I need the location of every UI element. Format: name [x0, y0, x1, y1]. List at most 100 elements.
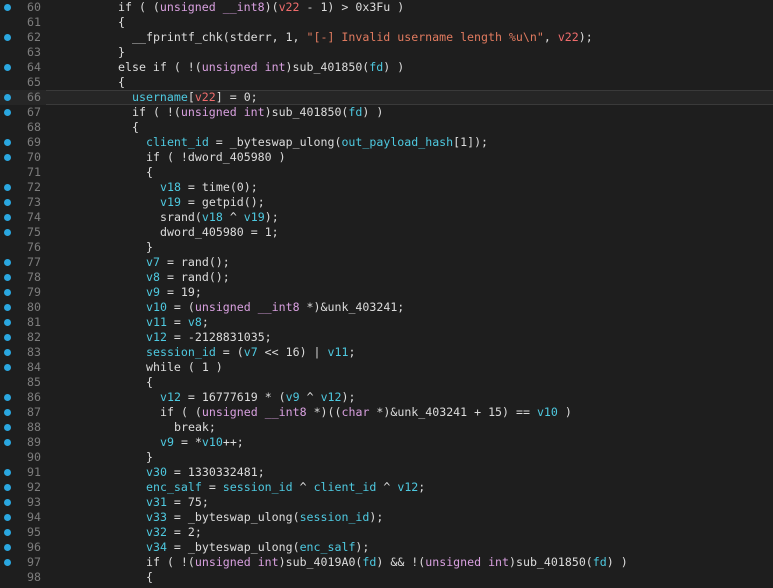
breakpoint-dot-icon[interactable] — [4, 199, 11, 206]
code-line[interactable]: 96 v34 = _byteswap_ulong(enc_salf); — [0, 540, 773, 555]
code-token[interactable]: session_id — [146, 345, 216, 359]
code-line[interactable]: 86 v12 = 16777619 * (v9 ^ v12); — [0, 390, 773, 405]
breakpoint-dot-icon[interactable] — [4, 229, 11, 236]
code-token[interactable]: v12 — [146, 330, 167, 344]
breakpoint-dot-icon[interactable] — [4, 514, 11, 521]
code-token[interactable]: v32 — [146, 525, 167, 539]
code-token[interactable]: v12 — [397, 480, 418, 494]
code-line[interactable]: 97 if ( !(unsigned int)sub_4019A0(fd) && … — [0, 555, 773, 570]
breakpoint-dot-icon[interactable] — [4, 349, 11, 356]
code-token[interactable]: enc_salf — [146, 480, 202, 494]
code-token[interactable]: v9 — [160, 435, 174, 449]
code-token[interactable]: v8 — [146, 270, 160, 284]
code-token[interactable]: v31 — [146, 495, 167, 509]
code-token[interactable]: fd — [593, 555, 607, 569]
code-line[interactable]: 64 else if ( !(unsigned int)sub_401850(fd… — [0, 60, 773, 75]
code-line[interactable]: 75 dword_405980 = 1; — [0, 225, 773, 240]
breakpoint-dot-icon[interactable] — [4, 34, 11, 41]
code-line[interactable]: 93 v31 = 75; — [0, 495, 773, 510]
code-token[interactable]: v9 — [286, 390, 300, 404]
code-line[interactable]: 95 v32 = 2; — [0, 525, 773, 540]
code-token[interactable]: v12 — [321, 390, 342, 404]
breakpoint-dot-icon[interactable] — [4, 304, 11, 311]
code-line[interactable]: 65 { — [0, 75, 773, 90]
code-token[interactable]: v18 — [160, 180, 181, 194]
breakpoint-dot-icon[interactable] — [4, 529, 11, 536]
code-token[interactable]: session_id — [223, 480, 293, 494]
code-token[interactable]: enc_salf — [300, 540, 356, 554]
code-token[interactable]: v8 — [188, 315, 202, 329]
code-line[interactable]: 87 if ( (unsigned __int8 *)((char *)&unk_… — [0, 405, 773, 420]
code-line[interactable]: 62 __fprintf_chk(stderr, 1, "[-] Invalid … — [0, 30, 773, 45]
breakpoint-dot-icon[interactable] — [4, 559, 11, 566]
breakpoint-dot-icon[interactable] — [4, 259, 11, 266]
breakpoint-dot-icon[interactable] — [4, 214, 11, 221]
code-line[interactable]: 60 if ( (unsigned __int8)(v22 - 1) > 0x3F… — [0, 0, 773, 15]
code-line[interactable]: 89 v9 = *v10++; — [0, 435, 773, 450]
breakpoint-dot-icon[interactable] — [4, 409, 11, 416]
code-line[interactable]: 71 { — [0, 165, 773, 180]
code-token[interactable]: v11 — [146, 315, 167, 329]
breakpoint-dot-icon[interactable] — [4, 154, 11, 161]
breakpoint-dot-icon[interactable] — [4, 94, 11, 101]
breakpoint-dot-icon[interactable] — [4, 319, 11, 326]
breakpoint-dot-icon[interactable] — [4, 424, 11, 431]
code-token[interactable]: client_id — [314, 480, 377, 494]
code-token[interactable]: v12 — [160, 390, 181, 404]
breakpoint-dot-icon[interactable] — [4, 274, 11, 281]
code-line[interactable]: 82 v12 = -2128831035; — [0, 330, 773, 345]
code-line[interactable]: 91 v30 = 1330332481; — [0, 465, 773, 480]
code-line[interactable]: 80 v10 = (unsigned __int8 *)&unk_403241; — [0, 300, 773, 315]
code-token[interactable]: v7 — [146, 255, 160, 269]
code-line[interactable]: 98 { — [0, 570, 773, 585]
code-line[interactable]: 77 v7 = rand(); — [0, 255, 773, 270]
code-line[interactable]: 78 v8 = rand(); — [0, 270, 773, 285]
code-line[interactable]: 76} — [0, 240, 773, 255]
code-line[interactable]: 72 v18 = time(0); — [0, 180, 773, 195]
code-token[interactable]: username — [132, 90, 188, 104]
code-token[interactable]: v7 — [244, 345, 258, 359]
code-line[interactable]: 70 if ( !dword_405980 ) — [0, 150, 773, 165]
breakpoint-dot-icon[interactable] — [4, 394, 11, 401]
breakpoint-dot-icon[interactable] — [4, 334, 11, 341]
code-token[interactable]: v11 — [328, 345, 349, 359]
code-line[interactable]: 67 if ( !(unsigned int)sub_401850(fd) ) — [0, 105, 773, 120]
code-line[interactable]: 83 session_id = (v7 << 16) | v11; — [0, 345, 773, 360]
code-line[interactable]: 85 { — [0, 375, 773, 390]
breakpoint-dot-icon[interactable] — [4, 139, 11, 146]
code-token[interactable]: v10 — [202, 435, 223, 449]
code-line[interactable]: 90} — [0, 450, 773, 465]
code-line[interactable]: 61 { — [0, 15, 773, 30]
code-token[interactable]: client_id — [146, 135, 209, 149]
code-token[interactable]: v22 — [195, 90, 216, 104]
pseudocode-editor[interactable]: 60 if ( (unsigned __int8)(v22 - 1) > 0x3F… — [0, 0, 773, 588]
code-token[interactable]: fd — [348, 105, 362, 119]
code-line[interactable]: 81 v11 = v8; — [0, 315, 773, 330]
code-token[interactable]: v10 — [146, 300, 167, 314]
code-line[interactable]: 63} — [0, 45, 773, 60]
code-line[interactable]: 94 v33 = _byteswap_ulong(session_id); — [0, 510, 773, 525]
code-token[interactable]: session_id — [300, 510, 370, 524]
code-token[interactable]: v34 — [146, 540, 167, 554]
code-token[interactable]: v30 — [146, 465, 167, 479]
breakpoint-dot-icon[interactable] — [4, 109, 11, 116]
code-line[interactable]: 84 while ( 1 ) — [0, 360, 773, 375]
code-token[interactable]: fd — [369, 60, 383, 74]
code-line[interactable]: 88 break; — [0, 420, 773, 435]
code-token[interactable]: v22 — [279, 0, 300, 14]
code-line[interactable]: 79 v9 = 19; — [0, 285, 773, 300]
breakpoint-dot-icon[interactable] — [4, 469, 11, 476]
breakpoint-dot-icon[interactable] — [4, 4, 11, 11]
breakpoint-dot-icon[interactable] — [4, 499, 11, 506]
code-token[interactable]: v19 — [244, 210, 265, 224]
code-line[interactable]: 66 username[v22] = 0; — [0, 90, 773, 105]
breakpoint-dot-icon[interactable] — [4, 544, 11, 551]
code-line[interactable]: 69 client_id = _byteswap_ulong(out_payloa… — [0, 135, 773, 150]
code-line[interactable]: 68 { — [0, 120, 773, 135]
code-token[interactable]: fd — [362, 555, 376, 569]
code-token[interactable]: v10 — [537, 405, 558, 419]
code-token[interactable]: v18 — [202, 210, 223, 224]
breakpoint-dot-icon[interactable] — [4, 64, 11, 71]
breakpoint-dot-icon[interactable] — [4, 289, 11, 296]
code-token[interactable]: v9 — [146, 285, 160, 299]
